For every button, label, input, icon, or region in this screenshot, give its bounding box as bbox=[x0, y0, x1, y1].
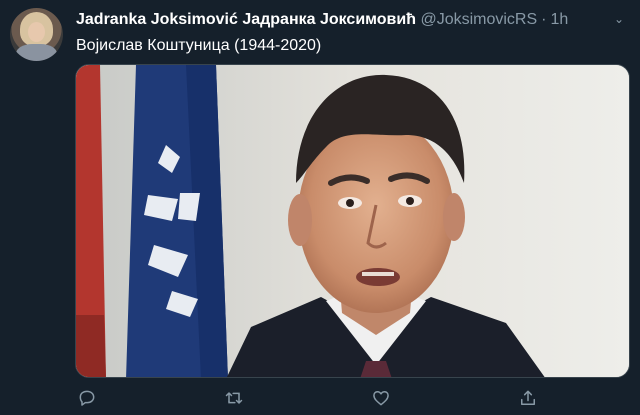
separator-dot: · bbox=[541, 11, 547, 28]
tweet-text: Војислав Коштуница (1944-2020) bbox=[76, 37, 322, 54]
avatar-body bbox=[16, 44, 57, 61]
author-name[interactable]: Jadranka Joksimović Јадранка Јоксимовић bbox=[76, 11, 416, 28]
tweet-actions bbox=[75, 386, 575, 410]
reply-button[interactable] bbox=[75, 386, 99, 410]
retweet-icon bbox=[225, 392, 243, 404]
more-options-icon[interactable]: ⌄ bbox=[610, 10, 628, 28]
photo-illustration bbox=[76, 65, 629, 377]
reply-icon bbox=[79, 390, 95, 406]
share-button[interactable] bbox=[516, 386, 540, 410]
author-handle[interactable]: @JoksimovicRS bbox=[420, 11, 537, 28]
avatar[interactable] bbox=[10, 8, 63, 61]
like-icon bbox=[373, 391, 389, 406]
tweet-time[interactable]: 1h bbox=[550, 11, 568, 28]
retweet-button[interactable] bbox=[222, 386, 246, 410]
share-icon bbox=[521, 390, 535, 405]
tweet[interactable]: Jadranka Joksimović Јадранка Јоксимовић … bbox=[0, 0, 640, 413]
like-button[interactable] bbox=[369, 386, 393, 410]
tweet-photo[interactable] bbox=[75, 64, 630, 378]
tweet-header: Jadranka Joksimović Јадранка Јоксимовић … bbox=[76, 10, 568, 30]
avatar-face bbox=[28, 22, 45, 42]
